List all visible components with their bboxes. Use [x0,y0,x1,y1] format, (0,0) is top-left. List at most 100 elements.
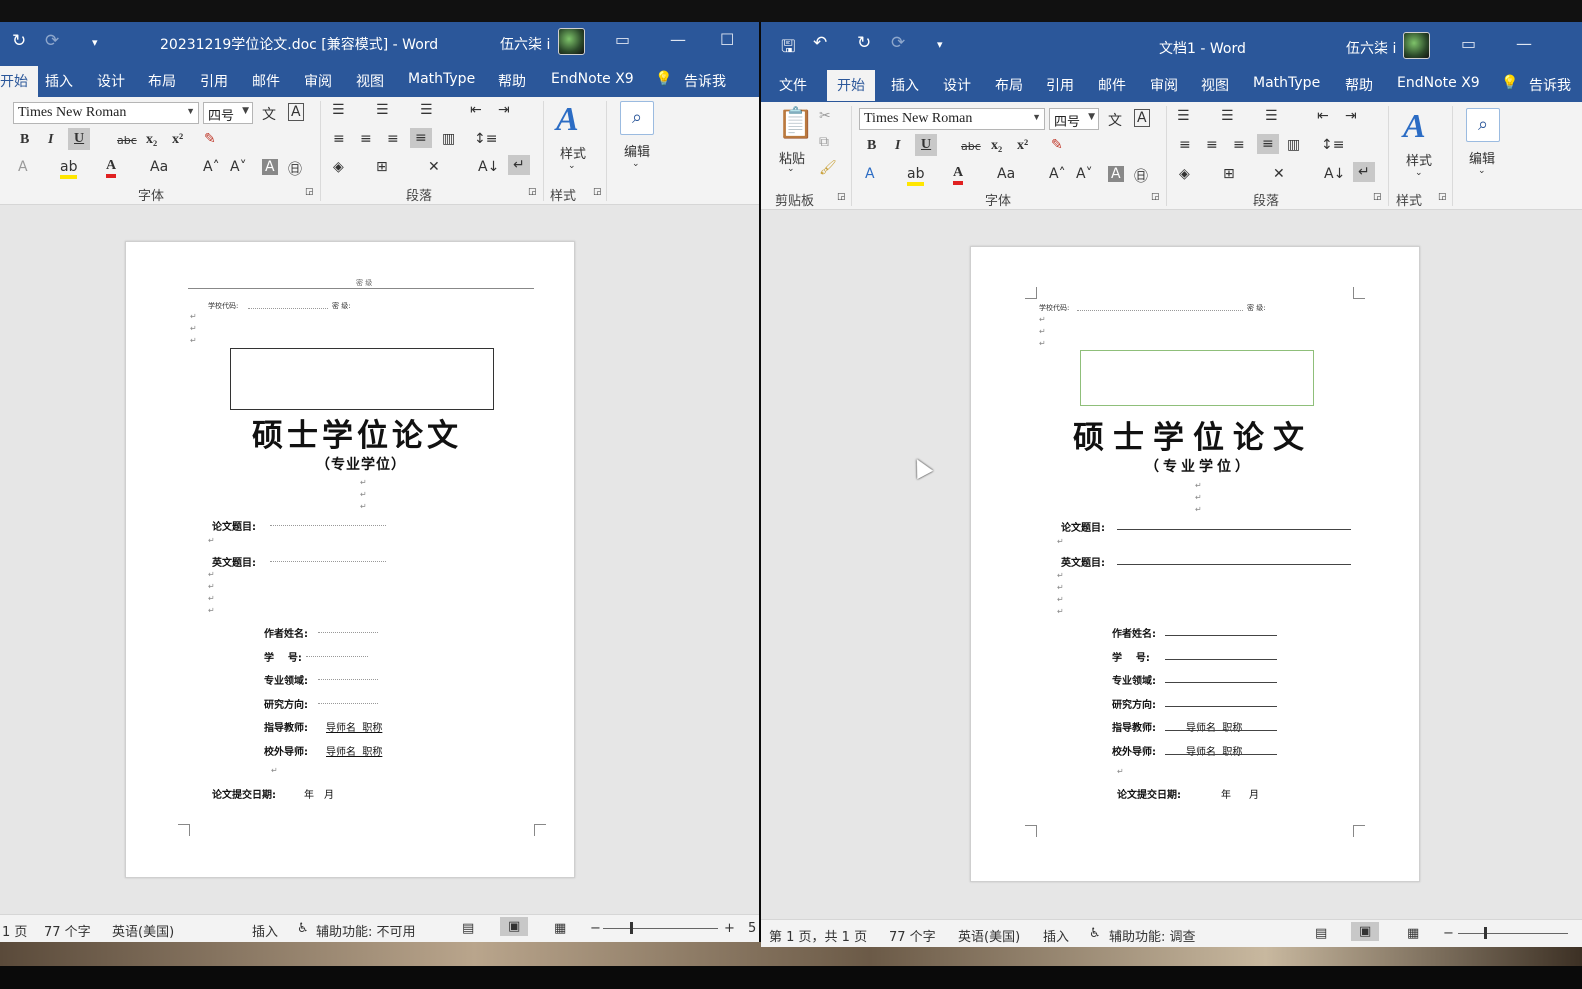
ribbon-display-icon[interactable]: ▭ [615,30,630,49]
chinese-layout-icon[interactable]: ✕ [428,159,440,175]
align-left-icon[interactable]: ≡ [1179,137,1191,153]
show-marks-icon[interactable]: ↵ [508,155,530,175]
tab-references[interactable]: 引用 [200,71,228,91]
dialog-launcher-icon[interactable]: ◲ [1151,192,1160,202]
subscript-button[interactable]: x₂ [146,132,157,148]
tab-endnote[interactable]: EndNote X9 [551,71,634,87]
char-border-icon[interactable]: A [288,103,304,121]
tab-design[interactable]: 设计 [943,75,971,95]
document-page[interactable]: 学校代码: 密 级: ↵ ↵ ↵ 硕士学位论文 （专业学位） ↵ ↵ ↵ 论文题… [970,246,1420,882]
edit-button-label[interactable]: 编辑 [1469,148,1495,167]
student-id-field[interactable] [306,656,368,657]
tab-endnote[interactable]: EndNote X9 [1397,75,1480,91]
bold-button[interactable]: B [20,132,29,148]
tab-review[interactable]: 审阅 [304,71,332,91]
direction-field[interactable] [318,703,378,704]
word-count[interactable]: 77 个字 [889,926,936,945]
zoom-in-icon[interactable]: + [724,921,735,936]
chinese-layout-icon[interactable]: ✕ [1273,166,1285,182]
shrink-font-icon[interactable]: A˅ [1076,166,1093,182]
redo-icon[interactable]: ↻ [857,33,871,53]
sort-icon[interactable]: A↓ [478,159,499,175]
enclose-char-icon[interactable]: ㊐ [1134,166,1148,186]
change-case-button[interactable]: Aa [997,166,1015,182]
show-marks-icon[interactable]: ↵ [1353,162,1375,182]
en-title-field[interactable] [1117,564,1351,565]
search-icon[interactable]: ⌕ [620,101,654,135]
zoom-out-icon[interactable]: − [1443,926,1454,941]
insert-mode[interactable]: 插入 [1043,926,1069,945]
align-right-icon[interactable]: ≡ [1233,137,1245,153]
insert-mode[interactable]: 插入 [252,921,278,940]
page-count[interactable]: 1 页 [2,921,27,940]
line-spacing-icon[interactable]: ↕≡ [1321,137,1344,153]
font-size-box[interactable]: 四号 ▼ [1049,108,1099,130]
strikethrough-button[interactable]: abc [961,140,981,153]
lightbulb-icon[interactable]: 💡 [1501,75,1518,91]
word-count[interactable]: 77 个字 [44,921,91,940]
zoom-slider-track[interactable] [1458,933,1568,934]
distributed-icon[interactable]: ▥ [442,131,455,147]
repeat-icon[interactable]: ⟳ [891,33,905,53]
format-painter-icon[interactable]: 🖌 [819,160,837,176]
ribbon-display-icon[interactable]: ▭ [1461,34,1476,53]
repeat-icon[interactable]: ⟳ [45,31,59,51]
underline-button[interactable]: U [915,134,938,156]
styles-gallery-icon[interactable]: A [556,101,579,139]
sort-icon[interactable]: A↓ [1324,166,1345,182]
subscript-button[interactable]: x₂ [991,138,1002,154]
styles-button-label[interactable]: 样式 [560,143,586,162]
print-layout-icon[interactable]: ▣ [1351,922,1380,941]
font-name-box[interactable]: Times New Roman ▼ [13,102,199,124]
user-name[interactable]: 伍六柒 i [500,34,550,54]
justify-icon[interactable]: ≡ [1257,134,1279,154]
avatar[interactable] [1403,32,1430,59]
char-shading-icon[interactable]: A [262,159,278,175]
tab-references[interactable]: 引用 [1046,75,1074,95]
distributed-icon[interactable]: ▥ [1287,137,1300,153]
customize-qat-icon[interactable]: ▾ [92,36,98,49]
direction-field[interactable] [1165,706,1277,707]
chevron-down-icon[interactable]: ⌄ [568,161,576,171]
customize-qat-icon[interactable]: ▾ [937,38,943,51]
dialog-launcher-icon[interactable]: ◲ [528,187,537,197]
tab-review[interactable]: 审阅 [1150,75,1178,95]
web-layout-icon[interactable]: ▦ [554,921,566,936]
shading-icon[interactable]: ◈ [1179,166,1190,182]
tab-layout[interactable]: 布局 [995,75,1023,95]
decrease-indent-icon[interactable]: ⇤ [470,102,482,118]
tell-me-search[interactable]: 告诉我 [1529,75,1571,95]
tab-home[interactable]: 开始 [827,70,875,101]
save-icon[interactable]: 🖫 [781,34,795,63]
zoom-slider-track[interactable] [603,928,718,929]
maximize-icon[interactable]: ☐ [720,30,734,49]
tab-mailings[interactable]: 邮件 [252,71,280,91]
tab-help[interactable]: 帮助 [1345,75,1373,95]
align-right-icon[interactable]: ≡ [387,131,399,147]
zoom-slider-thumb[interactable] [630,922,633,934]
chevron-down-icon[interactable]: ⌄ [632,159,640,169]
search-icon[interactable]: ⌕ [1466,108,1500,142]
justify-icon[interactable]: ≡ [410,128,432,148]
student-id-field[interactable] [1165,659,1277,660]
tab-home[interactable]: 开始 [0,66,38,97]
phonetic-guide-icon[interactable]: 文 [1108,110,1122,130]
page-count[interactable]: 第 1 页，共 1 页 [769,926,867,945]
document-page[interactable]: 密 级 学校代码: 密 级: ↵ ↵ ↵ 硕士学位论文 （专业学位） ↵ ↵ ↵… [125,241,575,878]
minimize-icon[interactable]: — [1516,34,1532,53]
external-advisor-value[interactable]: 导师名 职称 [1186,743,1242,758]
minimize-icon[interactable]: — [670,30,686,49]
redo-icon[interactable]: ↻ [12,31,26,51]
line-spacing-icon[interactable]: ↕≡ [474,131,497,147]
author-field[interactable] [318,632,378,633]
clear-format-icon[interactable]: ✎ [1051,137,1063,153]
dialog-launcher-icon[interactable]: ◲ [1438,192,1447,202]
numbering-icon[interactable]: ☰ [1221,108,1234,124]
cn-title-field[interactable] [1117,529,1351,530]
increase-indent-icon[interactable]: ⇥ [1345,108,1357,124]
align-center-icon[interactable]: ≡ [1206,137,1218,153]
field-field[interactable] [1165,682,1277,683]
underline-button[interactable]: U [68,128,91,150]
cut-icon[interactable]: ✂ [819,108,831,124]
text-effects-icon[interactable]: A [18,159,28,175]
